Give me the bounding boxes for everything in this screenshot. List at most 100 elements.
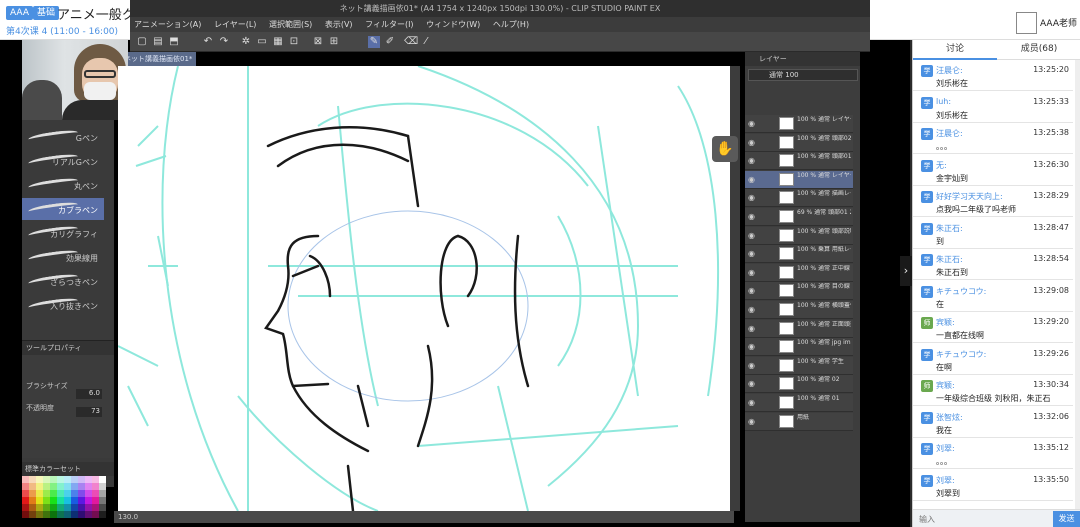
eye-icon[interactable]: ◉ (748, 361, 758, 371)
menu-layer[interactable]: レイヤー(L) (214, 17, 256, 32)
color-swatch[interactable] (99, 504, 106, 511)
color-swatch[interactable] (29, 483, 36, 490)
eraser-icon[interactable]: ⌫ (404, 36, 418, 48)
color-swatch[interactable] (92, 483, 99, 490)
layer-row[interactable]: ◉ 100 % 通常 頭部02 (745, 133, 853, 152)
brush-rough-pen[interactable]: ざらつきペン (22, 270, 104, 292)
color-swatch[interactable] (36, 504, 43, 511)
color-swatch[interactable] (85, 511, 92, 518)
pencil-tool-icon[interactable]: ✐ (384, 36, 396, 48)
chat-input[interactable] (915, 512, 1051, 526)
clear-icon[interactable]: ▭ (256, 36, 268, 48)
tab-discussion[interactable]: 讨论 (913, 40, 997, 60)
document-tab[interactable]: ネット講義描画依01* × (120, 52, 196, 77)
eye-icon[interactable]: ◉ (748, 212, 758, 222)
eye-icon[interactable]: ◉ (748, 398, 758, 408)
layer-row[interactable]: ◉ 100 % 通常 jpg image 02 (745, 338, 853, 357)
open-file-icon[interactable]: ▤ (152, 36, 164, 48)
color-swatch[interactable] (85, 504, 92, 511)
menu-view[interactable]: 表示(V) (325, 17, 353, 32)
layer-row[interactable]: ◉ 100 % 通常 レイヤー 4 (745, 170, 853, 189)
brush-effect-line[interactable]: 効果線用 (22, 246, 104, 268)
color-swatch[interactable] (29, 497, 36, 504)
color-swatch[interactable] (64, 476, 71, 483)
color-swatch[interactable] (36, 497, 43, 504)
color-swatch[interactable] (22, 490, 29, 497)
hand-tool-icon[interactable]: ✋ (712, 136, 738, 162)
layer-row[interactable]: ◉ 100 % 通常 01 (745, 394, 853, 412)
layer-row[interactable]: ◉ 100 % 通常 02 (745, 375, 853, 394)
color-swatch[interactable] (92, 490, 99, 497)
color-swatch[interactable] (57, 476, 64, 483)
layer-row[interactable]: ◉ 100 % 通常 正面頭蓋骨 (745, 319, 853, 338)
color-swatch[interactable] (22, 483, 29, 490)
color-swatch[interactable] (78, 504, 85, 511)
layer-row[interactable]: ◉ 100 % 乗算 用紙レイヤー (745, 245, 853, 264)
layer-row[interactable]: ◉ 用紙 (745, 412, 853, 431)
color-swatch[interactable] (43, 504, 50, 511)
undo-icon[interactable]: ↶ (202, 36, 214, 48)
color-swatch[interactable] (50, 476, 57, 483)
brush-calligraphy[interactable]: カリグラフィ (22, 222, 104, 244)
layer-row[interactable]: ◉ 100 % 通常 頭部説明 (745, 226, 853, 245)
color-swatch[interactable] (57, 497, 64, 504)
color-swatch[interactable] (78, 476, 85, 483)
color-swatch[interactable] (64, 490, 71, 497)
color-swatch[interactable] (99, 511, 106, 518)
eye-icon[interactable]: ◉ (748, 193, 758, 203)
color-swatch[interactable] (92, 497, 99, 504)
color-swatch[interactable] (78, 497, 85, 504)
chat-scrollbar[interactable] (1075, 60, 1080, 509)
color-swatch[interactable] (85, 490, 92, 497)
color-swatch[interactable] (78, 483, 85, 490)
color-swatch[interactable] (22, 476, 29, 483)
color-swatch[interactable] (99, 476, 106, 483)
color-swatch[interactable] (92, 476, 99, 483)
color-swatch[interactable] (36, 511, 43, 518)
color-swatch[interactable] (71, 504, 78, 511)
zoom-level[interactable]: 130.0 (118, 513, 138, 521)
color-swatch[interactable] (99, 490, 106, 497)
redo-icon[interactable]: ↷ (218, 36, 230, 48)
color-palette[interactable] (22, 476, 106, 520)
eye-icon[interactable]: ◉ (748, 231, 758, 241)
color-swatch[interactable] (50, 483, 57, 490)
color-swatch[interactable] (22, 504, 29, 511)
layer-row[interactable]: ◉ 100 % 通常 学生 (745, 356, 853, 375)
blend-mode-select[interactable]: 通常 100 (748, 69, 858, 81)
layer-row[interactable]: ◉ 100 % 通常 レイヤー 3 (745, 115, 853, 133)
drawing-canvas[interactable] (118, 66, 730, 511)
eye-icon[interactable]: ◉ (748, 342, 758, 352)
color-swatch[interactable] (78, 511, 85, 518)
layer-row[interactable]: ◉ 100 % 通常 目の線 (745, 282, 853, 301)
layer-tab[interactable]: レイヤー (745, 52, 860, 66)
eye-icon[interactable]: ◉ (748, 379, 758, 389)
layer-row[interactable]: ◉ 100 % 通常 描画レイヤー 2 (745, 189, 853, 208)
menu-filter[interactable]: フィルター(I) (365, 17, 413, 32)
layer-opacity-value[interactable]: 100 (785, 71, 798, 79)
color-swatch[interactable] (99, 483, 106, 490)
layer-row[interactable]: ◉ 100 % 通常 横頭蓋骨 (745, 301, 853, 319)
eye-icon[interactable]: ◉ (748, 268, 758, 278)
color-swatch[interactable] (57, 504, 64, 511)
color-swatch[interactable] (85, 497, 92, 504)
color-swatch[interactable] (64, 497, 71, 504)
opacity-value[interactable]: 73 (76, 407, 102, 417)
color-swatch[interactable] (57, 483, 64, 490)
eye-icon[interactable]: ◉ (748, 249, 758, 259)
tab-members[interactable]: 成员(68) (997, 40, 1080, 60)
color-swatch[interactable] (85, 483, 92, 490)
color-swatch[interactable] (92, 504, 99, 511)
new-file-icon[interactable]: ▢ (136, 36, 148, 48)
line-icon[interactable]: ⁄ (420, 36, 432, 48)
eye-icon[interactable]: ◉ (748, 175, 758, 185)
eye-icon[interactable]: ◉ (748, 305, 758, 315)
canvas-vertical-scrollbar[interactable] (730, 66, 740, 511)
brush-real-g-pen[interactable]: リアルGペン (22, 150, 104, 172)
transform-icon[interactable]: ✲ (240, 36, 252, 48)
menu-animation[interactable]: アニメーション(A) (134, 17, 201, 32)
color-swatch[interactable] (99, 497, 106, 504)
eye-icon[interactable]: ◉ (748, 286, 758, 296)
eye-icon[interactable]: ◉ (748, 119, 758, 129)
menu-help[interactable]: ヘルプ(H) (493, 17, 529, 32)
